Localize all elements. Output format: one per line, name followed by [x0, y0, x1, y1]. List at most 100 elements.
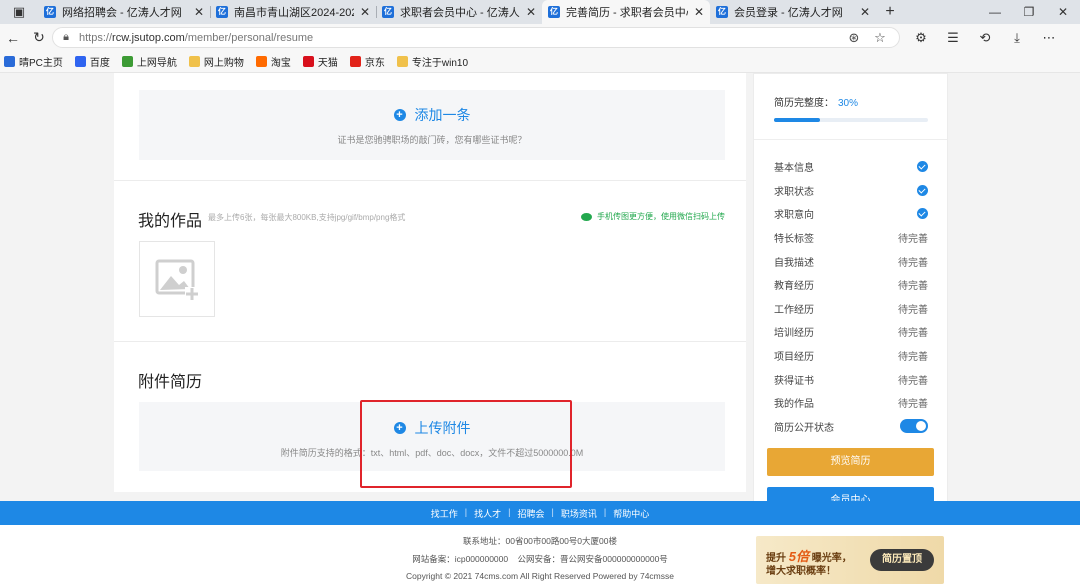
tmall-icon: [302, 56, 314, 67]
workspaces-icon[interactable]: ▣: [0, 0, 38, 24]
bookmark-item[interactable]: 晴PC主页: [4, 54, 63, 69]
footer-nav: 找工作 | 找人才 | 招聘会 | 职场资讯 | 帮助中心: [0, 501, 1080, 525]
close-window-icon[interactable]: ✕: [1046, 0, 1080, 24]
certificate-section: + 添加一条 证书是您驰骋职场的敲门砖，您有哪些证书呢？: [139, 90, 725, 160]
resume-top-ad[interactable]: 提升 5倍 曝光率， 增大求职概率！ 简历置顶: [756, 536, 944, 584]
status-text: 待完善: [898, 257, 928, 269]
browser-tab[interactable]: 亿完善简历 - 求职者会员中心 - 亿涛 ✕: [542, 0, 710, 24]
highlight-box: [360, 400, 572, 488]
footer-link[interactable]: 帮助中心: [606, 507, 656, 520]
baidu-icon: [74, 56, 86, 67]
status-text: 待完善: [898, 281, 928, 293]
status-text: 待完善: [898, 304, 928, 316]
divider: [114, 341, 746, 342]
public-status-row: 简历公开状态: [774, 415, 928, 439]
url-scheme: https://: [79, 31, 113, 44]
sidebar-item-label: 求职状态: [774, 186, 814, 198]
add-certificate-button[interactable]: + 添加一条: [139, 105, 725, 125]
url-host: rcw.jsutop.com: [112, 31, 185, 44]
close-tab-icon[interactable]: ✕: [360, 5, 370, 19]
close-tab-icon[interactable]: ✕: [194, 5, 204, 19]
completeness-progress: [774, 118, 928, 122]
url-field[interactable]: 🔒︎ https://rcw.jsutop.com/member/persona…: [52, 27, 900, 48]
attachment-title: 附件简历: [138, 374, 203, 391]
site-favicon-icon: 亿: [216, 6, 228, 18]
upload-image-button[interactable]: [139, 241, 215, 317]
extensions-icon[interactable]: ⚙: [905, 30, 937, 46]
folder-icon: [188, 56, 200, 67]
new-tab-button[interactable]: +: [876, 3, 904, 21]
status-text: 待完善: [898, 399, 928, 411]
browser-tab[interactable]: 亿会员登录 - 亿涛人才网 ✕: [710, 0, 876, 24]
sidebar-item[interactable]: 求职状态: [774, 179, 928, 203]
resume-top-button[interactable]: 简历置顶: [870, 549, 934, 571]
public-status-label: 简历公开状态: [774, 422, 834, 434]
footer-link[interactable]: 招聘会: [510, 507, 551, 520]
status-text: 待完善: [898, 328, 928, 340]
close-tab-icon[interactable]: ✕: [526, 5, 536, 19]
check-circle-icon: [917, 161, 928, 173]
sidebar-item[interactable]: 自我描述 待完善: [774, 249, 928, 273]
lock-icon[interactable]: 🔒︎: [53, 31, 79, 44]
tab-title: 南昌市青山湖区2024-2025年度职: [234, 7, 354, 19]
sidebar-item[interactable]: 我的作品 待完善: [774, 391, 928, 415]
favorite-star-icon[interactable]: ☆: [867, 30, 893, 46]
sidebar-item[interactable]: 培训经历 待完善: [774, 320, 928, 344]
sidebar-item[interactable]: 教育经历 待完善: [774, 273, 928, 297]
close-tab-icon[interactable]: ✕: [860, 5, 870, 19]
site-favicon-icon: 亿: [716, 6, 728, 18]
more-icon[interactable]: ⋯: [1033, 30, 1065, 46]
site-favicon-icon: 亿: [44, 6, 56, 18]
resume-sidebar: 简历完整度： 30% 基本信息 求职状态 求职意向 特长标签 待完善 自我描述 待完善 教育经历…: [753, 73, 948, 525]
completeness-label: 简历完整度： 30%: [774, 98, 859, 109]
tab-strip: ▣ 亿网络招聘会 - 亿涛人才网✕亿南昌市青山湖区2024-2025年度职✕亿求…: [0, 0, 1080, 24]
plus-circle-icon: +: [393, 109, 406, 121]
section-list: 基本信息 求职状态 求职意向 特长标签 待完善 自我描述 待完善 教育经历 待完善 工作经历 待完善…: [774, 155, 928, 438]
browser-tab[interactable]: 亿网络招聘会 - 亿涛人才网 ✕: [38, 0, 210, 24]
tab-title: 网络招聘会 - 亿涛人才网: [62, 7, 182, 19]
refresh-icon[interactable]: ↻: [26, 29, 52, 46]
back-icon[interactable]: ←: [0, 30, 26, 46]
sidebar-item[interactable]: 特长标签 待完善: [774, 226, 928, 250]
public-status-toggle[interactable]: [900, 419, 928, 434]
page-content: + 添加一条 证书是您驰骋职场的敲门砖，您有哪些证书呢？ 我的作品 最多上传6张…: [0, 73, 1080, 586]
sidebar-item[interactable]: 获得证书 待完善: [774, 367, 928, 391]
history-icon[interactable]: ⟲: [969, 30, 1001, 46]
check-circle-icon: [917, 184, 928, 196]
bookmark-item[interactable]: 京东: [349, 54, 385, 69]
minimize-icon[interactable]: —: [978, 0, 1012, 24]
bookmark-item[interactable]: 天猫: [302, 54, 338, 69]
bookmark-item[interactable]: 网上购物: [188, 54, 244, 69]
bookmark-item[interactable]: 百度: [74, 54, 110, 69]
favorites-icon[interactable]: ☰: [937, 30, 969, 46]
translate-icon[interactable]: ⊛: [841, 30, 867, 46]
taobao-icon: [255, 56, 267, 67]
tab-title: 完善简历 - 求职者会员中心 - 亿涛: [566, 7, 688, 19]
url-path: /member/personal/resume: [184, 31, 314, 44]
footer-link[interactable]: 找工作: [424, 507, 465, 520]
status-text: 待完善: [898, 375, 928, 387]
sidebar-item-label: 工作经历: [774, 304, 814, 316]
completeness-value: 30%: [838, 98, 859, 109]
footer-link[interactable]: 职场资讯: [554, 507, 604, 520]
sidebar-item[interactable]: 基本信息: [774, 155, 928, 179]
tab-title: 会员登录 - 亿涛人才网: [734, 7, 843, 19]
browser-tab[interactable]: 亿南昌市青山湖区2024-2025年度职 ✕: [210, 0, 376, 24]
sidebar-item[interactable]: 项目经历 待完善: [774, 344, 928, 368]
browser-tab[interactable]: 亿求职者会员中心 - 亿涛人才网 ✕: [376, 0, 542, 24]
sidebar-item-label: 自我描述: [774, 257, 814, 269]
restore-icon[interactable]: ❐: [1012, 0, 1046, 24]
wechat-upload-link[interactable]: 手机传图更方便，使用微信扫码上传: [581, 211, 725, 222]
preview-resume-button[interactable]: 预览简历: [767, 448, 934, 476]
download-icon[interactable]: ⤓: [1001, 30, 1033, 46]
footer-link[interactable]: 找人才: [467, 507, 508, 520]
close-tab-icon[interactable]: ✕: [694, 5, 704, 19]
bookmark-item[interactable]: 专注于win10: [396, 54, 468, 69]
bookmark-item[interactable]: 淘宝: [255, 54, 291, 69]
bookmark-item[interactable]: 上网导航: [121, 54, 177, 69]
site-favicon-icon: 亿: [548, 6, 560, 18]
check-circle-icon: [917, 208, 928, 220]
sidebar-item[interactable]: 求职意向: [774, 202, 928, 226]
jd-icon: [349, 56, 361, 67]
sidebar-item[interactable]: 工作经历 待完善: [774, 297, 928, 321]
